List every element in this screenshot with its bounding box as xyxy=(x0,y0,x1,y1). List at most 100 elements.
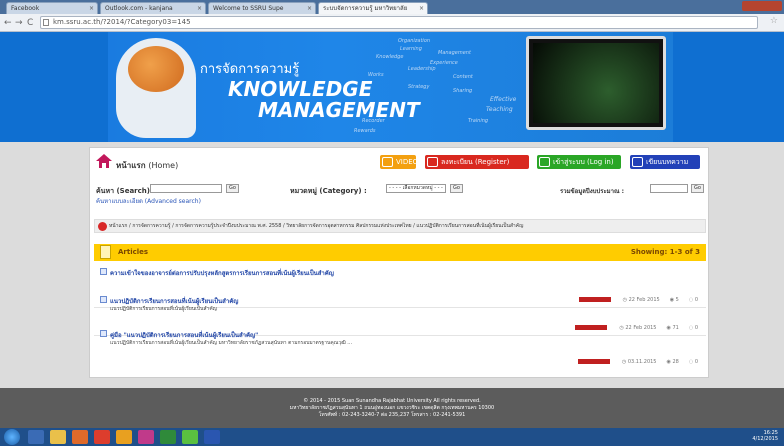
home-icon[interactable] xyxy=(96,154,112,168)
taskbar: 16:25 4/12/2015 xyxy=(0,428,784,446)
close-icon[interactable]: × xyxy=(419,3,424,14)
edit-icon xyxy=(632,157,643,167)
tab-label: Welcome to SSRU Supe xyxy=(213,5,284,12)
close-icon[interactable]: × xyxy=(197,3,202,14)
register-label: ลงทะเบียน (Register) xyxy=(441,158,510,166)
banner-tag: Works xyxy=(368,72,384,78)
tab-label: Facebook xyxy=(11,5,40,12)
start-button-icon[interactable] xyxy=(4,429,20,445)
fiscal-year-select[interactable] xyxy=(650,184,688,193)
browser-toolbar: ← → C km.ssru.ac.th/?2014/?Category03=14… xyxy=(0,14,784,32)
firefox-icon[interactable] xyxy=(116,430,132,444)
article-item: คู่มือ "แนวปฏิบัติการเรียนการสอนที่เน้นผ… xyxy=(94,328,706,370)
comments-icon: ◌ xyxy=(688,359,694,365)
word-icon[interactable] xyxy=(204,430,220,444)
article-desc: แนวปฏิบัติการเรียนการสอนที่เน้นผู้เรียนเ… xyxy=(110,340,353,346)
category-label: หมวดหมู่ (Category) : xyxy=(290,187,367,195)
banner-tag: Rewards xyxy=(354,128,376,134)
category-select[interactable]: - - - - เลือกหมวดหมู่ - - - xyxy=(386,184,446,193)
fiscal-year-label: รวมข้อมูลปีงบประมาณ : xyxy=(560,188,625,195)
excel-icon[interactable] xyxy=(160,430,176,444)
home-link[interactable]: หน้าแรก (Home) xyxy=(116,159,178,172)
login-label: เข้าสู่ระบบ (Log in) xyxy=(553,158,614,166)
video-button[interactable]: VIDEO xyxy=(380,155,418,169)
banner-tag: Sharing xyxy=(453,88,473,94)
page-icon xyxy=(43,19,49,26)
banner-tag: Organization xyxy=(398,38,431,44)
close-icon[interactable]: × xyxy=(307,3,312,14)
window-controls[interactable] xyxy=(742,1,782,11)
category-go-button[interactable]: Go xyxy=(450,184,463,193)
bookmark-star-icon[interactable]: ☆ xyxy=(770,16,778,26)
footer-phone: โทรศัพท์ : 02-243-3240-7 ต่อ 235,237 โทร… xyxy=(318,412,466,418)
tab-facebook[interactable]: Facebook × xyxy=(6,2,98,14)
login-icon xyxy=(539,157,550,167)
brain-icon xyxy=(128,46,184,92)
rating-icon xyxy=(577,359,610,364)
search-go-button[interactable]: Go xyxy=(226,184,239,193)
article-comments: 0 xyxy=(694,359,698,365)
register-button[interactable]: ลงทะเบียน (Register) xyxy=(425,155,529,169)
banner-tag: Leadership xyxy=(408,66,436,72)
banner-tag: Management xyxy=(438,50,471,56)
home-label-en: (Home) xyxy=(148,161,179,170)
folder-icon[interactable] xyxy=(50,430,66,444)
banner-tag: Teaching xyxy=(486,106,513,113)
site-footer: © 2014 - 2015 Suan Sunandha Rajabhat Uni… xyxy=(0,388,784,428)
breadcrumb-text[interactable]: หน้าแรก / การจัดการความรู้ / การจัดการคว… xyxy=(109,223,523,229)
video-icon xyxy=(382,157,393,167)
views-icon: ◉ xyxy=(666,359,671,365)
laptop-illustration xyxy=(526,36,666,130)
tab-label: ระบบจัดการความรู้ มหาวิทยาลัย xyxy=(323,5,408,12)
banner-image: การจัดการความรู้ KNOWLEDGE MANAGEMENT Or… xyxy=(108,32,673,142)
breadcrumb: หน้าแรก / การจัดการความรู้ / การจัดการคว… xyxy=(94,219,706,233)
system-clock[interactable]: 16:25 4/12/2015 xyxy=(752,430,778,442)
powerpoint-icon[interactable] xyxy=(138,430,154,444)
banner-tag: Effective xyxy=(490,96,517,103)
write-article-button[interactable]: เขียนบทความ xyxy=(630,155,700,169)
article-date: 03.11.2015 xyxy=(627,359,657,365)
url-text: km.ssru.ac.th/?2014/?Category03=145 xyxy=(53,18,191,26)
laptop-screen xyxy=(533,43,659,123)
banner-tag: Strategy xyxy=(408,84,430,90)
clock-date: 4/12/2015 xyxy=(752,436,778,442)
article-desc: แนวปฏิบัติการเรียนการสอนที่เน้นผู้เรียนเ… xyxy=(110,306,217,312)
line-icon[interactable] xyxy=(182,430,198,444)
banner-tag: Recorder xyxy=(362,118,385,124)
fiscal-year-go-button[interactable]: Go xyxy=(691,184,704,193)
search-input[interactable] xyxy=(150,184,222,193)
pencil-icon xyxy=(427,157,438,167)
article-views: 28 xyxy=(672,359,679,365)
back-icon[interactable]: ← xyxy=(4,17,12,29)
footer-copyright: © 2014 - 2015 Suan Sunandha Rajabhat Uni… xyxy=(303,398,481,404)
reload-icon[interactable]: C xyxy=(27,17,33,29)
banner-tag: Learning xyxy=(400,46,422,52)
article-meta: ◷ 03.11.2015 ◉ 28 ◌ 0 xyxy=(577,359,698,365)
site-banner: การจัดการความรู้ KNOWLEDGE MANAGEMENT Or… xyxy=(0,32,784,142)
checkbox-icon xyxy=(100,330,107,337)
forward-icon[interactable]: → xyxy=(15,17,23,29)
articles-header: Articles Showing: 1-3 of 3 xyxy=(94,244,706,261)
tab-km[interactable]: ระบบจัดการความรู้ มหาวิทยาลัย × xyxy=(318,2,428,14)
banner-tag: Training xyxy=(468,118,489,124)
banner-tag: Experience xyxy=(430,60,458,66)
home-label: หน้าแรก xyxy=(116,161,146,170)
explorer-icon[interactable] xyxy=(28,430,44,444)
tab-ssru[interactable]: Welcome to SSRU Supe × xyxy=(208,2,316,14)
close-icon[interactable]: × xyxy=(89,3,94,14)
article-title-link[interactable]: ความเข้าใจของอาจารย์ต่อการปรับปรุงหลักสู… xyxy=(110,268,334,278)
address-bar[interactable]: km.ssru.ac.th/?2014/?Category03=145 xyxy=(40,16,758,29)
media-player-icon[interactable] xyxy=(72,430,88,444)
advanced-search-link[interactable]: ค้นหาแบบละเอียด (Advanced search) xyxy=(96,196,201,206)
tab-label: Outlook.com - kanjana xyxy=(105,5,173,12)
chrome-icon[interactable] xyxy=(94,430,110,444)
checkbox-icon xyxy=(100,296,107,303)
banner-title-management: MANAGEMENT xyxy=(258,98,420,122)
banner-tag: Knowledge xyxy=(376,54,404,60)
tab-outlook[interactable]: Outlook.com - kanjana × xyxy=(100,2,206,14)
browser-tab-bar: Facebook × Outlook.com - kanjana × Welcome… xyxy=(0,0,784,14)
write-label: เขียนบทความ xyxy=(646,158,689,166)
document-icon xyxy=(100,245,111,259)
articles-title: Articles xyxy=(118,248,149,256)
login-button[interactable]: เข้าสู่ระบบ (Log in) xyxy=(537,155,621,169)
